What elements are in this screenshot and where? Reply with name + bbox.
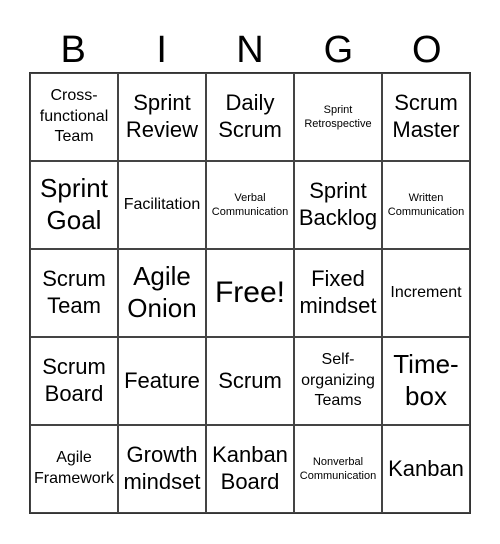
cell-label: Scrum Master	[392, 90, 460, 142]
bingo-cell[interactable]: Nonverbal Communication	[294, 425, 382, 513]
cell-label: Verbal Communication	[211, 191, 289, 218]
bingo-cell[interactable]: Self-organizing Teams	[294, 337, 382, 425]
cell-label: Growth mindset	[123, 442, 201, 494]
bingo-cell[interactable]: Scrum Master	[382, 73, 470, 161]
bingo-cell[interactable]: Cross-functional Team	[30, 73, 118, 161]
bingo-cell[interactable]: Kanban Board	[206, 425, 294, 513]
bingo-cell[interactable]: Verbal Communication	[206, 161, 294, 249]
bingo-cell[interactable]: Daily Scrum	[206, 73, 294, 161]
cell-label: Scrum Team	[42, 266, 106, 318]
bingo-header: B I N G O	[29, 28, 471, 72]
bingo-cell[interactable]: Time-box	[382, 337, 470, 425]
bingo-cell[interactable]: Increment	[382, 249, 470, 337]
cell-label: Nonverbal Communication	[299, 455, 377, 482]
cell-label: Feature	[124, 367, 200, 393]
bingo-cell[interactable]: Scrum	[206, 337, 294, 425]
header-letter-g: G	[323, 29, 354, 71]
header-letter-o: O	[412, 29, 442, 71]
cell-label: Cross-functional Team	[39, 86, 109, 146]
bingo-cell[interactable]: Growth mindset	[118, 425, 206, 513]
bingo-cell[interactable]: Feature	[118, 337, 206, 425]
cell-label: Scrum	[218, 367, 282, 393]
cell-label: Sprint Review	[125, 90, 199, 142]
bingo-cell[interactable]: Kanban	[382, 425, 470, 513]
cell-label: Written Communication	[387, 191, 465, 218]
bingo-cell[interactable]: Scrum Board	[30, 337, 118, 425]
cell-label: Kanban	[388, 455, 464, 481]
cell-label: Facilitation	[123, 195, 201, 213]
bingo-cell[interactable]: Sprint Review	[118, 73, 206, 161]
bingo-cell[interactable]: Scrum Team	[30, 249, 118, 337]
bingo-cell[interactable]: Agile Framework	[30, 425, 118, 513]
cell-label: Sprint Goal	[40, 173, 108, 235]
cell-label: Fixed mindset	[299, 266, 377, 318]
header-letter-b: B	[60, 29, 86, 71]
bingo-cell[interactable]: Agile Onion	[118, 249, 206, 337]
bingo-cell[interactable]: Facilitation	[118, 161, 206, 249]
cell-label: Agile Onion	[127, 261, 197, 323]
bingo-cell[interactable]: Sprint Goal	[30, 161, 118, 249]
header-letter-i: I	[156, 29, 167, 71]
cell-label: Agile Framework	[33, 449, 114, 487]
free-space-cell[interactable]: Free!	[206, 249, 294, 337]
cell-label: Daily Scrum	[218, 90, 282, 142]
cell-label: Scrum Board	[42, 354, 106, 406]
cell-label: Free!	[214, 276, 286, 309]
bingo-grid: Cross-functional Team Sprint Review Daily …	[29, 72, 471, 514]
cell-label: Sprint Retrospective	[304, 103, 372, 130]
bingo-cell[interactable]: Sprint Backlog	[294, 161, 382, 249]
cell-label: Self-organizing Teams	[301, 350, 375, 410]
cell-label: Time-box	[393, 349, 459, 411]
bingo-cell[interactable]: Fixed mindset	[294, 249, 382, 337]
header-letter-n: N	[236, 29, 264, 71]
bingo-cell[interactable]: Written Communication	[382, 161, 470, 249]
bingo-cell[interactable]: Sprint Retrospective	[294, 73, 382, 161]
cell-label: Sprint Backlog	[298, 178, 378, 230]
cell-label: Kanban Board	[212, 442, 288, 494]
cell-label: Increment	[390, 283, 462, 301]
